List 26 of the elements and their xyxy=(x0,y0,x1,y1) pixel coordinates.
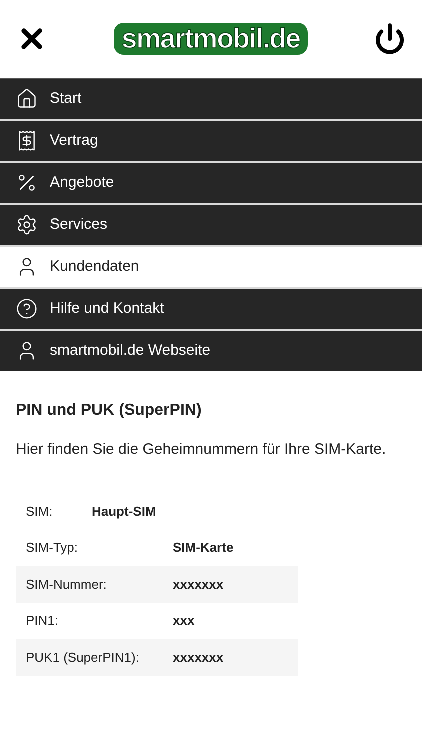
sim-value: Haupt-SIM xyxy=(92,502,156,521)
row-label: PUK1 (SuperPIN1): xyxy=(26,648,140,667)
description-text: Hier finden Sie die Geheimnummern für Ihre SIM-Karte. xyxy=(16,440,388,460)
document-icon xyxy=(16,130,38,152)
row-value: SIM-Karte xyxy=(173,539,234,557)
row-label: SIM-Nummer: xyxy=(26,576,108,594)
gear-icon xyxy=(16,214,38,236)
help-icon xyxy=(16,298,38,320)
power-icon[interactable] xyxy=(374,23,406,55)
row-label: SIM-Typ: xyxy=(26,539,80,557)
home-icon xyxy=(16,88,38,110)
menu-item[interactable]: Services xyxy=(0,205,422,245)
row-value: xxxxxxx xyxy=(173,576,224,594)
logo: smartmobil.de xyxy=(114,23,308,55)
section-title: PIN und PUK (SuperPIN) xyxy=(16,401,203,421)
menu-item[interactable]: Start xyxy=(0,79,422,119)
menu-item[interactable]: Angebote xyxy=(0,163,422,203)
sim-label: SIM: xyxy=(26,502,54,521)
menu-item[interactable]: Kundendaten xyxy=(0,247,422,287)
row-label: PIN1: xyxy=(26,612,60,630)
percent-icon xyxy=(16,172,38,194)
menu-item[interactable]: smartmobil.de Webseite xyxy=(0,331,422,371)
row-value: xxx xyxy=(173,612,195,630)
row-value: xxxxxxx xyxy=(173,648,224,666)
menu-item[interactable]: Hilfe und Kontakt xyxy=(0,289,422,329)
menu-item[interactable]: Vertrag xyxy=(0,121,422,161)
